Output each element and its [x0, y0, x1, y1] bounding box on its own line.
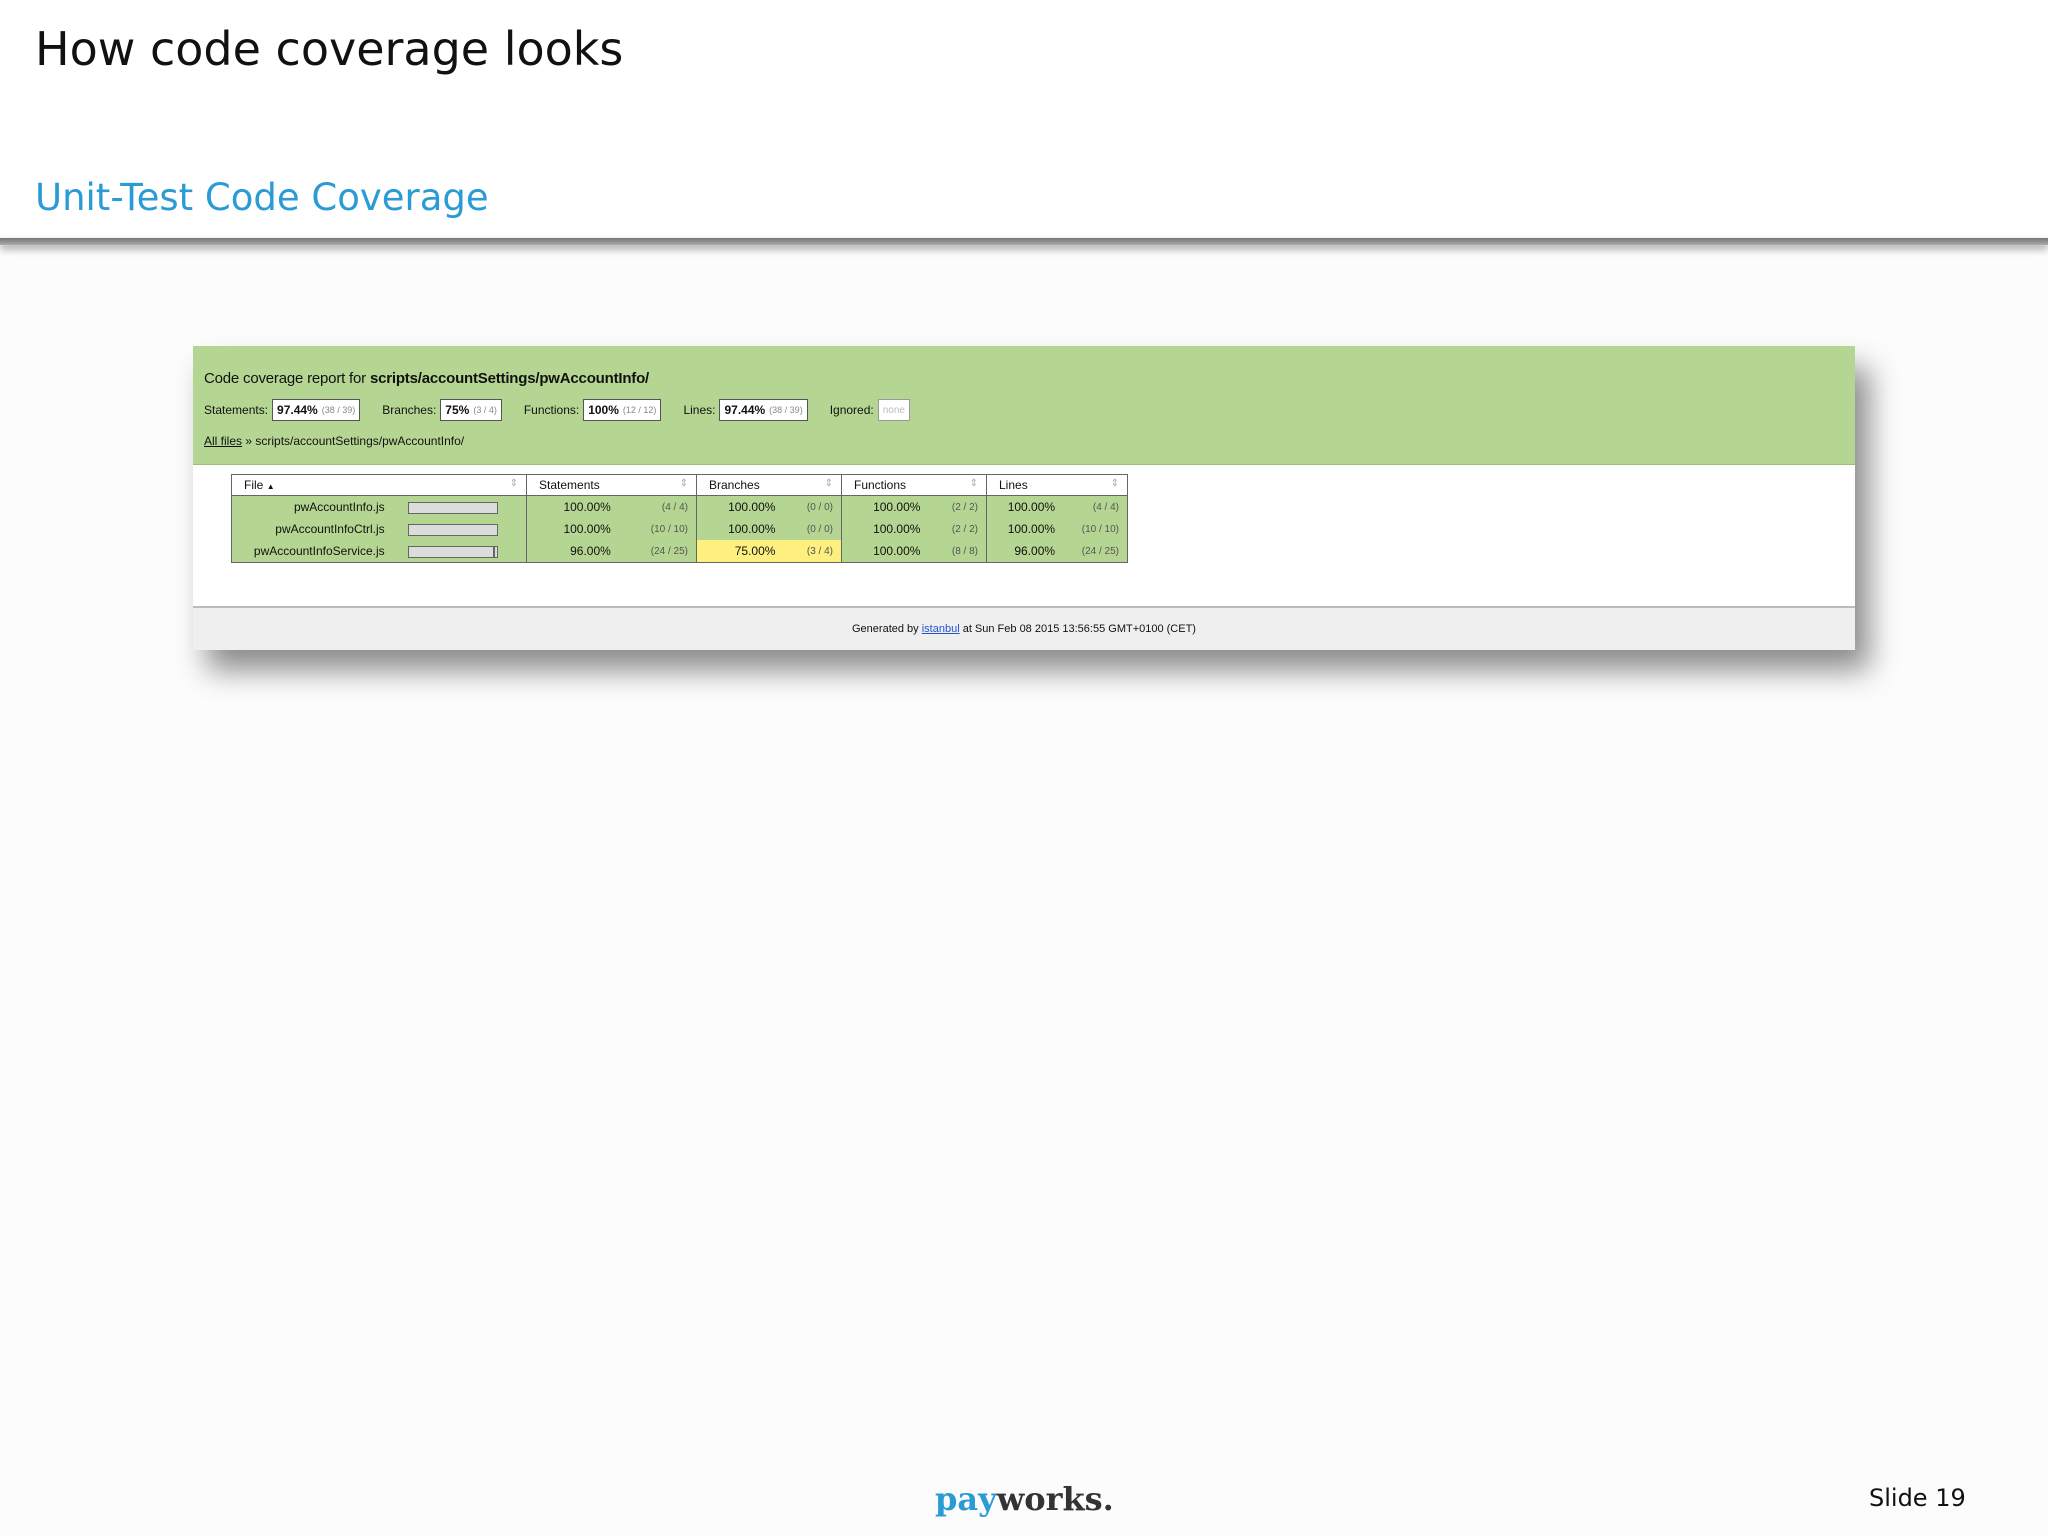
branches-label: Branches:: [382, 403, 437, 417]
report-heading-prefix: Code coverage report for: [204, 370, 370, 387]
branches-pct-cell: 100.00%: [696, 495, 784, 518]
logo-works: works.: [996, 1480, 1114, 1518]
column-header-statements[interactable]: Statements ⇕: [526, 474, 697, 496]
istanbul-link[interactable]: istanbul: [922, 623, 960, 635]
statements-frac: (38 / 39): [321, 405, 356, 415]
report-heading: Code coverage report for scripts/account…: [204, 370, 649, 387]
lines-pct: 97.44%: [724, 403, 766, 417]
functions-pct-cell: 100.00%: [841, 540, 929, 563]
slide-title: How code coverage looks: [35, 22, 624, 76]
statements-pct-cell: 100.00%: [525, 518, 619, 540]
statements-label: Statements:: [204, 403, 269, 417]
lines-frac-cell: (4 / 4): [1063, 495, 1129, 518]
slide-subtitle: Unit-Test Code Coverage: [35, 176, 489, 219]
footer-prefix: Generated by: [852, 623, 922, 635]
column-header-lines[interactable]: Lines ⇕: [986, 474, 1128, 496]
footer-suffix: at Sun Feb 08 2015 13:56:55 GMT+0100 (CE…: [959, 623, 1196, 635]
lines-label: Lines:: [683, 403, 716, 417]
file-link[interactable]: pwAccountInfoService.js: [254, 544, 385, 558]
report-heading-path: scripts/accountSettings/pwAccountInfo/: [369, 370, 650, 387]
report-header: Code coverage report for scripts/account…: [193, 346, 1855, 465]
lines-frac-cell: (10 / 10): [1063, 518, 1129, 540]
breadcrumb-path: scripts/accountSettings/pwAccountInfo/: [255, 434, 465, 448]
lines-frac: (38 / 39): [769, 405, 803, 415]
sort-icon: ⇕: [1110, 478, 1119, 489]
statements-frac-cell: (4 / 4): [618, 495, 697, 518]
lines-pct-cell: 100.00%: [986, 518, 1064, 540]
statements-frac-cell: (24 / 25): [618, 540, 697, 563]
table-row: pwAccountInfoCtrl.js 100.00% (10 / 10) 1…: [231, 518, 1129, 540]
branches-frac-cell: (0 / 0): [783, 518, 843, 540]
functions-frac-cell: (2 / 2): [928, 518, 988, 540]
ignored-summary-box: none: [877, 399, 910, 421]
coverage-bar: [408, 501, 498, 514]
branches-frac-cell: (3 / 4): [783, 540, 843, 563]
sort-ascending-icon: ▲: [266, 482, 275, 491]
coverage-table: File ▲ ⇕ Statements ⇕ Branches ⇕ Functions ⇕…: [231, 474, 1129, 563]
functions-summary-box: 100% (12 / 12): [583, 399, 662, 421]
statements-frac-cell: (10 / 10): [618, 518, 697, 540]
logo-pay: pay: [935, 1480, 997, 1518]
functions-frac-cell: (8 / 8): [928, 540, 988, 563]
functions-frac-cell: (2 / 2): [928, 495, 988, 518]
file-link[interactable]: pwAccountInfoCtrl.js: [275, 522, 384, 536]
lines-frac-cell: (24 / 25): [1063, 540, 1129, 563]
slide-number: Slide 19: [1869, 1484, 1966, 1512]
functions-label: Functions:: [523, 403, 580, 417]
column-header-branches[interactable]: Branches ⇕: [696, 474, 842, 496]
breadcrumb: All files » scripts/accountSettings/pwAc…: [204, 434, 464, 448]
coverage-bar: [408, 523, 498, 536]
branches-frac-cell: (0 / 0): [783, 495, 843, 518]
report-footer: Generated by istanbul at Sun Feb 08 2015…: [193, 606, 1855, 650]
table-row: pwAccountInfoService.js 96.00% (24 / 25)…: [231, 540, 1129, 563]
sort-icon: ⇕: [824, 478, 833, 489]
functions-frac: (12 / 12): [622, 405, 657, 415]
coverage-report-screenshot: Code coverage report for scripts/account…: [193, 346, 1855, 650]
sort-icon: ⇕: [969, 478, 978, 489]
column-header-file[interactable]: File ▲ ⇕: [231, 474, 527, 496]
branches-pct-cell: 100.00%: [696, 518, 784, 540]
sort-icon: ⇕: [679, 478, 688, 489]
coverage-bar: [408, 545, 498, 558]
breadcrumb-separator: »: [242, 434, 256, 448]
statements-pct-cell: 96.00%: [525, 540, 619, 563]
branches-pct-cell: 75.00%: [696, 540, 784, 563]
statements-pct: 97.44%: [277, 403, 318, 417]
column-header-functions[interactable]: Functions ⇕: [841, 474, 987, 496]
lines-summary-box: 97.44% (38 / 39): [719, 399, 808, 421]
functions-pct-cell: 100.00%: [841, 495, 929, 518]
payworks-logo: payworks.: [935, 1480, 1114, 1518]
coverage-summary: Statements: 97.44% (38 / 39) Branches: 7…: [204, 398, 932, 422]
all-files-link[interactable]: All files: [204, 434, 242, 448]
branches-pct: 75%: [445, 403, 470, 417]
lines-pct-cell: 96.00%: [986, 540, 1064, 563]
sort-icon: ⇕: [509, 478, 518, 489]
branches-frac: (3 / 4): [473, 405, 497, 415]
statements-pct-cell: 100.00%: [525, 495, 619, 518]
lines-pct-cell: 100.00%: [986, 495, 1064, 518]
file-cell: pwAccountInfoService.js: [231, 540, 527, 563]
file-link[interactable]: pwAccountInfo.js: [294, 500, 385, 514]
file-cell: pwAccountInfo.js: [231, 495, 527, 518]
functions-pct: 100%: [588, 403, 619, 417]
statements-summary-box: 97.44% (38 / 39): [272, 399, 361, 421]
functions-pct-cell: 100.00%: [841, 518, 929, 540]
branches-summary-box: 75% (3 / 4): [440, 399, 502, 421]
title-divider: [0, 238, 2048, 245]
table-row: pwAccountInfo.js 100.00% (4 / 4) 100.00%…: [231, 495, 1129, 518]
file-cell: pwAccountInfoCtrl.js: [231, 518, 527, 540]
ignored-label: Ignored:: [829, 403, 874, 417]
